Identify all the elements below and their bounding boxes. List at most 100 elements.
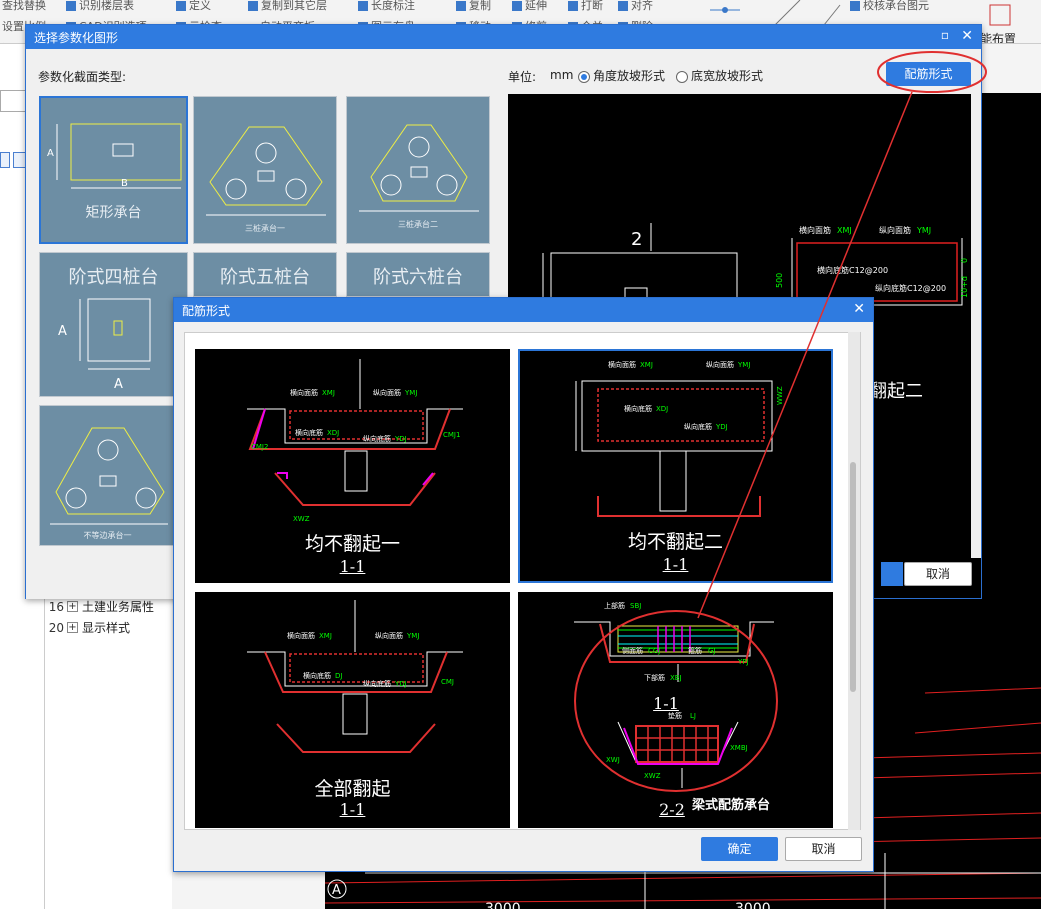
radio-angle[interactable]: 角度放坡形式 [578,67,665,84]
code-xmj: XMJ [640,361,653,369]
thumb-three-pile-1[interactable]: 三桩承台一 [193,96,337,244]
thumb-title: 三桩承台二 [398,220,438,229]
thumb-step-four[interactable]: 阶式四桩台 A A [39,252,188,397]
scrollbar[interactable] [848,332,860,830]
section-label: 1-1 [339,557,366,576]
dialog2-title: 配筋形式 [182,303,231,318]
thumb-step-six[interactable]: 阶式六桩台 [346,252,490,297]
thumb-step-five[interactable]: 阶式五桩台 [193,252,337,297]
label-xdj: 横向底筋 [295,428,323,437]
code-xmj: XMJ [322,389,335,397]
rebar-option-1[interactable]: 横向面筋 XMJ 纵向面筋 YMJ 横向底筋 XDJ 纵向底筋 YDJ CMJ2… [195,349,510,583]
section-label-1: 1-1 [653,694,679,713]
thumb-title: 阶式五桩台 [220,267,310,288]
close-icon[interactable]: ✕ [853,301,865,317]
ok-button[interactable]: 确定 [701,837,778,861]
code-xmbj: XMBJ [730,744,748,752]
code-ydj: YDJ [394,435,407,443]
dialog1-title: 选择参数化图形 [34,30,119,45]
option-title: 全部翻起 [314,778,391,800]
option-title: 均不翻起二 [627,531,723,553]
thumb-rect-cap[interactable]: A B 矩形承台 [39,96,188,244]
code-xwz: XWZ [293,515,310,523]
code-xdj: XDJ [327,429,339,437]
option-title: 梁式配筋承台 [692,798,771,813]
tool-extend[interactable]: 延伸 [512,0,547,13]
radio-bottom[interactable]: 底宽放坡形式 [676,67,763,84]
radio-off-icon[interactable] [676,70,688,83]
code-ymj: YMJ [737,361,750,369]
label-xmj: 横向面筋 [608,360,636,369]
code-xbj: XBJ [670,674,682,682]
property-tree: 16 + 土建业务属性 20 + 显示样式 [44,596,172,909]
thumb-title: 阶式四桩台 [68,267,159,288]
unequal-cap-shape [50,427,168,525]
tool-break[interactable]: 打断 [568,0,603,13]
label-sbj: 上部筋 [604,601,625,610]
code-xdj: XDJ [656,405,668,413]
code-lj: LJ [690,712,696,720]
dim-a: A [58,324,67,339]
unit-label: 单位: [508,70,537,84]
dialog1-ok-button-partial[interactable] [881,562,903,586]
label-xmj: 横向面筋 [290,388,318,397]
code-ydj: YDJ [394,680,407,688]
grid-icon[interactable] [0,152,10,168]
thumb-three-pile-2[interactable]: 三桩承台二 [346,96,490,244]
label-ymj: 纵向面筋 [706,360,734,369]
dim-b: B [121,178,128,189]
tool-copy-to-floor[interactable]: 复制到其它层 [248,0,327,13]
dialog1-cancel-button[interactable]: 取消 [904,562,972,586]
tool-length-dim[interactable]: 长度标注 [358,0,415,13]
code-gj: GJ [708,647,716,655]
label-ydj: 纵向底筋 [363,434,391,443]
tool-align[interactable]: 对齐 [618,0,653,13]
tree-row-16[interactable]: 16 + 土建业务属性 [45,596,172,617]
tree-row-20[interactable]: 20 + 显示样式 [45,617,172,638]
label-ydj: 纵向底筋 [363,679,391,688]
close-icon[interactable]: ✕ [961,28,973,44]
code-xwj: XWJ [606,756,620,764]
dim-a2: A [114,377,123,392]
label-ymj: 纵向面筋 [375,631,403,640]
label-xdj: 横向底筋 [303,671,331,680]
type-label: 参数化截面类型: [38,70,127,84]
dialog1-edge [971,93,981,558]
code-cmj1: CMJ1 [443,431,460,439]
tool-copy[interactable]: 复制 [456,0,491,13]
scroll-thumb[interactable] [850,462,856,692]
cad-axis-a: A [332,883,341,898]
label-ymj: 纵向面筋 [373,388,401,397]
code-wwz: WWZ [776,386,784,405]
section-label: 1-1 [662,555,689,574]
cancel-button[interactable]: 取消 [785,837,862,861]
code-sbj: SBJ [630,602,641,610]
thumb-title: 三桩承台一 [245,224,285,233]
cad-dim-3000b: 3000 [735,901,771,909]
thumb-unequal-cap[interactable]: 不等边承台一 [39,405,176,546]
radio-on-icon[interactable] [578,70,590,83]
unit-value: mm [550,68,574,82]
maximize-icon[interactable]: ▫ [941,28,949,42]
dim-a: A [47,148,54,159]
tool-identify-floor-table[interactable]: 识别楼层表 [66,0,134,13]
rebar-option-4[interactable]: 上部筋 SBJ 侧面筋 CGJ 箍筋 GJ 下部筋 XBJ 垫筋 LJ XWJ … [518,592,833,828]
row-label: 土建业务属性 [82,600,155,614]
rebar-form-button[interactable]: 配筋形式 [886,62,971,86]
thumb-title: 不等边承台一 [83,531,132,540]
expand-icon[interactable]: + [67,622,78,633]
tool-define[interactable]: 定义 [176,0,211,13]
code-ydj: YDJ [715,423,728,431]
dialog1-header: 参数化截面类型: 单位: mm 角度放坡形式 底宽放坡形式 配筋形式 [26,49,981,94]
three-pile-1-shape [206,126,326,216]
expand-icon[interactable]: + [67,601,78,612]
tool-find-replace[interactable]: 查找替换 [2,0,46,13]
rebar-option-3[interactable]: 横向面筋 XMJ 纵向面筋 YMJ 横向底筋 DJ 纵向底筋 YDJ CMJ 全… [195,592,510,828]
label-xdj: 横向底筋 [624,404,652,413]
code-cmj: CMJ [441,678,454,686]
dialog2-titlebar: 配筋形式 ✕ [174,298,873,322]
label-xbj: 下部筋 [644,673,665,682]
row-label: 显示样式 [82,621,131,635]
label-cgj: 侧面筋 [622,646,643,655]
rebar-option-2[interactable]: 横向面筋 XMJ 纵向面筋 YMJ 横向底筋 XDJ 纵向底筋 YDJ WWZ … [518,349,833,583]
